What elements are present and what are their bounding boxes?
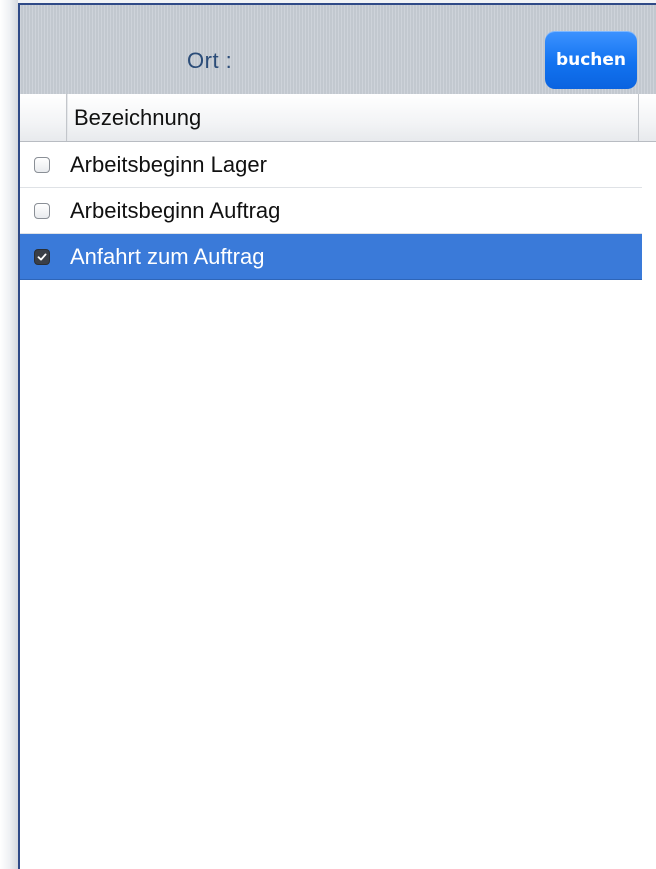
row-checkbox[interactable]	[34, 203, 50, 219]
table-body: Arbeitsbeginn Lager Arbeitsbeginn Auftra…	[20, 142, 656, 280]
row-label: Arbeitsbeginn Auftrag	[70, 198, 281, 223]
row-label: Arbeitsbeginn Lager	[70, 152, 267, 177]
ort-label: Ort :	[187, 48, 233, 73]
booking-panel: Ort : buchen Bezeichnung Arbeitsbeginn L…	[18, 3, 656, 869]
row-label: Anfahrt zum Auftrag	[70, 244, 265, 269]
header-bar: Ort : buchen	[20, 5, 656, 95]
table-header: Bezeichnung	[20, 94, 656, 142]
bezeichnung-column-header[interactable]: Bezeichnung	[67, 94, 639, 141]
select-column-header[interactable]	[20, 94, 67, 141]
check-icon	[37, 253, 47, 261]
page: Ort : buchen Bezeichnung Arbeitsbeginn L…	[0, 0, 656, 869]
row-checkbox[interactable]	[34, 157, 50, 173]
row-checkbox[interactable]	[34, 249, 50, 265]
left-shadow	[0, 0, 18, 869]
table-row[interactable]: Arbeitsbeginn Lager	[20, 142, 642, 188]
table-row[interactable]: Arbeitsbeginn Auftrag	[20, 188, 642, 234]
buchen-button[interactable]: buchen	[545, 31, 637, 89]
table-row[interactable]: Anfahrt zum Auftrag	[20, 234, 642, 280]
